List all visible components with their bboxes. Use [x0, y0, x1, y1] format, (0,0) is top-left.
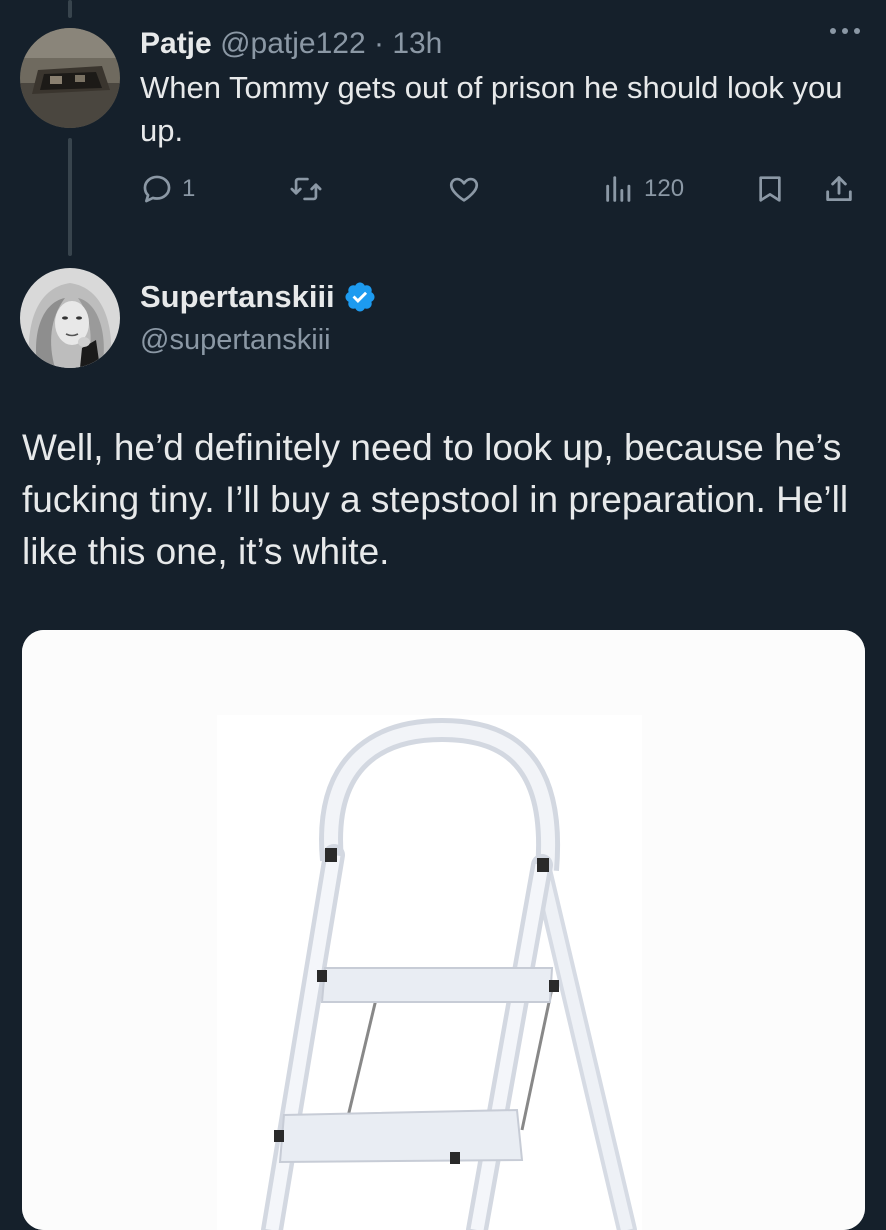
reply-display-name[interactable]: Patje	[140, 27, 212, 60]
more-icon[interactable]	[830, 28, 860, 34]
reply-action-bar: 1 120	[0, 172, 886, 212]
like-button[interactable]	[445, 172, 483, 206]
reply-timestamp[interactable]: 13h	[392, 27, 442, 60]
bookmark-icon	[759, 176, 781, 202]
reply-button[interactable]: 1	[140, 172, 195, 206]
like-icon	[449, 177, 479, 202]
retweet-button[interactable]	[288, 172, 324, 206]
supertanskiii-avatar[interactable]	[20, 268, 120, 368]
views-count: 120	[644, 175, 685, 202]
reply-icon	[143, 175, 171, 203]
patje-avatar[interactable]	[20, 28, 120, 128]
share-icon	[826, 176, 852, 202]
reply-handle[interactable]: @patje122	[220, 27, 366, 60]
author-header: Supertanskiii	[140, 278, 377, 316]
bookmark-button[interactable]	[754, 172, 786, 206]
verified-badge-icon	[345, 282, 375, 312]
tweet-media-image[interactable]	[22, 630, 865, 1230]
views-button[interactable]: 120	[602, 172, 684, 206]
share-button[interactable]	[822, 172, 856, 206]
reply-header: Patje @patje122 · 13h	[140, 26, 442, 62]
tweet-text: Well, he’d definitely need to look up, b…	[22, 427, 849, 572]
reply-count: 1	[182, 175, 196, 202]
thread-line-top	[68, 0, 72, 18]
stepstool-image	[22, 630, 865, 1230]
reply-separator: ·	[373, 27, 384, 60]
retweet-icon	[290, 177, 322, 201]
reply-text: When Tommy gets out of prison he should …	[140, 70, 843, 148]
author-display-name[interactable]: Supertanskiii	[140, 278, 335, 316]
author-handle[interactable]: @supertanskiii	[140, 322, 331, 358]
views-icon	[606, 176, 631, 202]
